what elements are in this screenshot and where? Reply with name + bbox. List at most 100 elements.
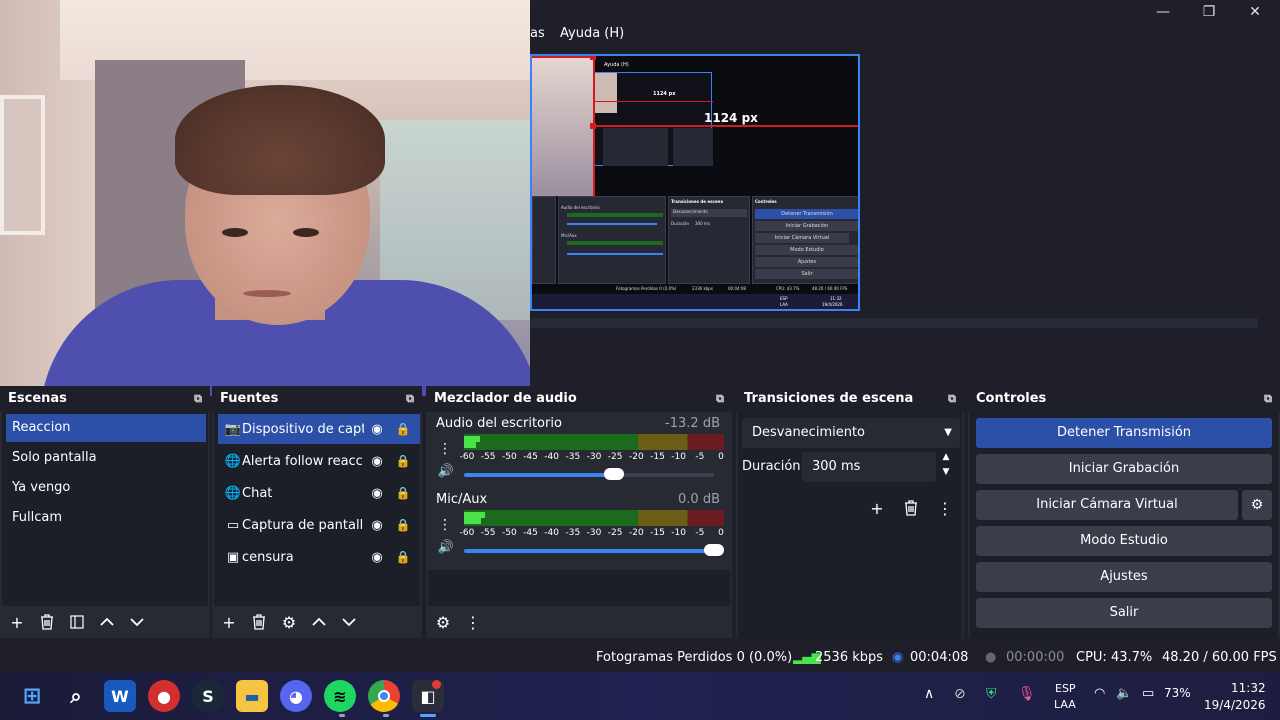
- spin-up-icon[interactable]: ▲: [936, 452, 956, 466]
- chrome-icon[interactable]: [368, 680, 400, 712]
- mixer-dock-header: Mezclador de audio ⧉: [426, 386, 732, 412]
- speaker-icon[interactable]: 🔊: [436, 464, 456, 482]
- tick-label: 0: [718, 528, 724, 538]
- more-options-icon[interactable]: ⋮: [932, 496, 958, 520]
- start-virtual-camera-button[interactable]: Iniciar Cámara Virtual: [976, 490, 1238, 520]
- lock-icon[interactable]: 🔒: [390, 454, 416, 468]
- transition-select[interactable]: Desvanecimiento ▼: [742, 418, 960, 448]
- resize-handle[interactable]: [590, 56, 596, 60]
- controls-body: Detener Transmisión Iniciar Grabación In…: [970, 412, 1278, 638]
- transition-select-value: Desvanecimiento: [752, 425, 866, 440]
- clock-time[interactable]: 11:32: [1231, 681, 1266, 695]
- exit-button[interactable]: Salir: [976, 598, 1272, 628]
- preview-canvas[interactable]: Ayuda (H) 1124 px 1124 px px Audio del e…: [530, 54, 860, 311]
- chevron-up-icon[interactable]: [94, 610, 120, 634]
- mini-status-fps: 48.20 / 60.00 FPS: [812, 286, 848, 291]
- slider-knob[interactable]: [704, 544, 724, 556]
- eye-icon[interactable]: ◉: [364, 422, 390, 437]
- source-item[interactable]: ▭ Captura de pantalla ◉ 🔒: [218, 510, 420, 540]
- minimize-button[interactable]: —: [1140, 0, 1186, 24]
- scene-item[interactable]: Solo pantalla: [6, 444, 206, 472]
- sources-title: Fuentes: [220, 391, 279, 406]
- battery-icon[interactable]: ▭: [1142, 686, 1154, 701]
- source-label: Dispositivo de captu: [242, 421, 364, 437]
- eye-icon[interactable]: ◉: [364, 486, 390, 501]
- more-options-icon[interactable]: ⋮: [460, 610, 486, 634]
- lock-icon[interactable]: 🔒: [390, 518, 416, 532]
- more-options-icon[interactable]: ⋮: [438, 440, 452, 458]
- notification-badge: [432, 680, 441, 689]
- add-source-button[interactable]: +: [216, 610, 242, 634]
- clock-date[interactable]: 19/4/2026: [1204, 698, 1266, 712]
- eye-icon[interactable]: ◉: [364, 550, 390, 565]
- lock-icon[interactable]: 🔒: [390, 550, 416, 564]
- word-icon[interactable]: W: [104, 680, 136, 712]
- close-button[interactable]: ✕: [1232, 0, 1278, 24]
- wifi-icon[interactable]: ◠: [1094, 686, 1105, 701]
- eye-icon[interactable]: ◉: [364, 454, 390, 469]
- stop-stream-button[interactable]: Detener Transmisión: [976, 418, 1272, 448]
- dock-float-icon[interactable]: ⧉: [1260, 391, 1276, 407]
- preview-scrollbar[interactable]: [530, 318, 1258, 328]
- trash-icon[interactable]: [898, 496, 924, 520]
- volume-icon[interactable]: 🔈: [1116, 686, 1132, 701]
- add-scene-button[interactable]: +: [4, 610, 30, 634]
- language-line2[interactable]: LAA: [1054, 698, 1076, 711]
- mini-btn-studio: Modo Estudio: [755, 245, 858, 255]
- gear-icon[interactable]: ⚙: [276, 610, 302, 634]
- battery-percent: 73%: [1164, 686, 1191, 700]
- duration-input[interactable]: 300 ms: [802, 452, 936, 482]
- maximize-button[interactable]: ❐: [1186, 0, 1232, 24]
- steam-icon[interactable]: S: [192, 680, 224, 712]
- search-icon[interactable]: ⌕: [60, 680, 92, 712]
- microphone-icon[interactable]: 🎙: [1018, 686, 1036, 702]
- source-item[interactable]: 📷 Dispositivo de captu ◉ 🔒: [218, 414, 420, 444]
- dock-float-icon[interactable]: ⧉: [712, 391, 728, 407]
- menu-partial[interactable]: as: [530, 26, 545, 41]
- lock-icon[interactable]: 🔒: [390, 486, 416, 500]
- source-item[interactable]: 🌐 Chat ◉ 🔒: [218, 478, 420, 508]
- slider-knob[interactable]: [604, 468, 624, 480]
- spotify-icon[interactable]: ≋: [324, 680, 356, 712]
- channel-db: 0.0 dB: [678, 492, 720, 507]
- dock-float-icon[interactable]: ⧉: [190, 391, 206, 407]
- filter-icon[interactable]: [64, 610, 90, 634]
- scene-item[interactable]: Reaccion: [6, 414, 206, 442]
- tick-label: -50: [501, 452, 517, 462]
- start-recording-button[interactable]: Iniciar Grabación: [976, 454, 1272, 484]
- explorer-icon[interactable]: ▬: [236, 680, 268, 712]
- volume-slider[interactable]: [464, 544, 724, 556]
- trash-icon[interactable]: [34, 610, 60, 634]
- volume-slider[interactable]: [464, 468, 714, 480]
- trash-icon[interactable]: [246, 610, 272, 634]
- tick-label: -25: [607, 452, 623, 462]
- chevron-up-icon[interactable]: [306, 610, 332, 634]
- camera-off-icon[interactable]: ⊘: [954, 686, 966, 702]
- gears-icon[interactable]: ⚙: [430, 610, 456, 634]
- menu-help[interactable]: Ayuda (H): [560, 26, 624, 41]
- speaker-icon[interactable]: 🔊: [436, 540, 456, 558]
- chevron-down-icon[interactable]: [336, 610, 362, 634]
- source-item[interactable]: 🌐 Alerta follow reaccic ◉ 🔒: [218, 446, 420, 476]
- lock-icon[interactable]: 🔒: [390, 422, 416, 436]
- studio-mode-button[interactable]: Modo Estudio: [976, 526, 1272, 556]
- shield-icon[interactable]: ⛨: [986, 686, 997, 702]
- dock-float-icon[interactable]: ⧉: [944, 391, 960, 407]
- start-icon[interactable]: ⊞: [16, 680, 48, 712]
- chevron-up-icon[interactable]: ∧: [924, 686, 934, 702]
- spin-down-icon[interactable]: ▼: [936, 467, 956, 481]
- scene-item[interactable]: Fullcam: [6, 504, 206, 532]
- resize-handle[interactable]: [590, 123, 596, 129]
- eye-icon[interactable]: ◉: [364, 518, 390, 533]
- app-red-icon[interactable]: ●: [148, 680, 180, 712]
- dock-float-icon[interactable]: ⧉: [402, 391, 418, 407]
- discord-icon[interactable]: ◕: [280, 680, 312, 712]
- more-options-icon[interactable]: ⋮: [438, 516, 452, 534]
- settings-button[interactable]: Ajustes: [976, 562, 1272, 592]
- chevron-down-icon[interactable]: [124, 610, 150, 634]
- scene-item[interactable]: Ya vengo: [6, 474, 206, 502]
- gear-icon[interactable]: ⚙: [1242, 490, 1272, 520]
- language-line1[interactable]: ESP: [1055, 682, 1076, 695]
- add-transition-button[interactable]: +: [864, 496, 890, 520]
- source-item[interactable]: ▣ censura ◉ 🔒: [218, 542, 420, 572]
